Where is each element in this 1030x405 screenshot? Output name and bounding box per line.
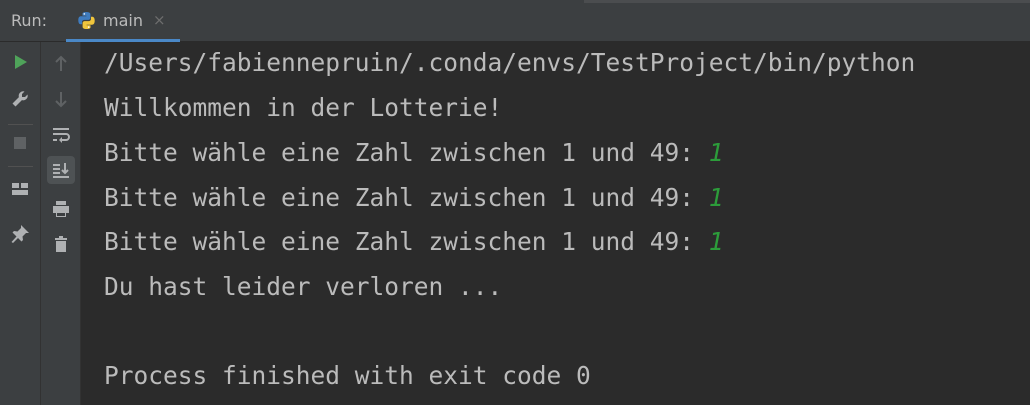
console-line: Bitte wähle eine Zahl zwischen 1 und 49:… [104, 227, 724, 257]
scroll-to-end-icon[interactable] [47, 156, 75, 184]
python-icon [77, 11, 96, 30]
tab-title: main [103, 11, 143, 30]
pin-icon[interactable] [6, 220, 34, 248]
console-text: Du hast leider verloren ... [104, 272, 503, 301]
run-icon[interactable] [6, 48, 34, 76]
tab-main[interactable]: main × [66, 0, 180, 42]
toolbar-divider [8, 124, 33, 125]
console-text: Bitte wähle eine Zahl zwischen 1 und 49: [104, 183, 709, 212]
console-actions-toolbar [41, 42, 81, 405]
print-icon[interactable] [47, 195, 75, 223]
run-label: Run: [11, 11, 48, 30]
header-divider [584, 0, 1030, 3]
run-tool-window-header: Run: main × [0, 0, 1030, 42]
layout-icon[interactable] [6, 175, 34, 203]
wrench-icon[interactable] [6, 85, 34, 113]
console-output[interactable]: /Users/fabiennepruin/.conda/envs/TestPro… [81, 42, 1030, 405]
console-line: Bitte wähle eine Zahl zwischen 1 und 49:… [104, 138, 724, 168]
console-line: Process finished with exit code 0 [104, 361, 591, 391]
console-text: Process finished with exit code 0 [104, 361, 591, 390]
run-actions-toolbar [0, 42, 41, 405]
user-input: 1 [708, 227, 724, 256]
arrow-down-icon[interactable] [47, 85, 75, 113]
soft-wrap-icon[interactable] [47, 121, 75, 149]
console-text: Bitte wähle eine Zahl zwischen 1 und 49: [104, 227, 709, 256]
console-text: /Users/fabiennepruin/.conda/envs/TestPro… [104, 48, 916, 77]
console-text: Willkommen in der Lotterie! [104, 93, 503, 122]
console-line: Du hast leider verloren ... [104, 272, 502, 302]
console-text: Bitte wähle eine Zahl zwischen 1 und 49: [104, 138, 709, 167]
arrow-up-icon[interactable] [47, 50, 75, 78]
user-input: 1 [708, 138, 724, 167]
console-line: Bitte wähle eine Zahl zwischen 1 und 49:… [104, 183, 724, 213]
trash-icon[interactable] [47, 230, 75, 258]
stop-icon[interactable] [6, 129, 34, 157]
user-input: 1 [708, 183, 724, 212]
toolbar-divider [8, 166, 33, 167]
close-icon[interactable]: × [153, 11, 166, 29]
console-line: /Users/fabiennepruin/.conda/envs/TestPro… [104, 48, 915, 78]
console-line: Willkommen in der Lotterie! [104, 93, 502, 123]
